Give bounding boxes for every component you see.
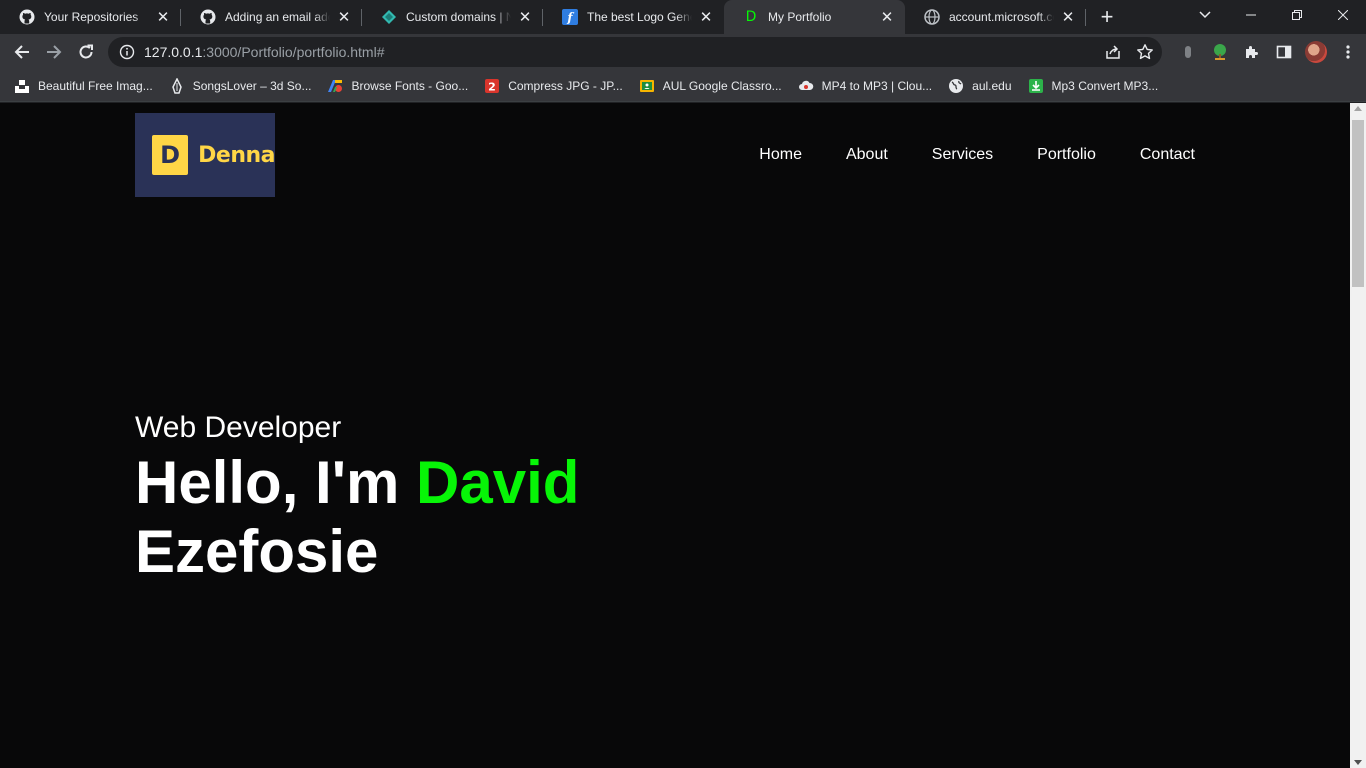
logo-brand: Denna (198, 142, 275, 168)
forward-button[interactable] (38, 36, 70, 68)
hero-greeting: Hello, I'm (135, 449, 400, 516)
bookmark-label: Browse Fonts - Goo... (351, 78, 469, 93)
close-icon[interactable]: ✕ (517, 9, 533, 26)
portfolio-d-icon: D (745, 9, 757, 25)
bookmark-item[interactable]: 2 Compress JPG - JP... (476, 72, 630, 100)
new-tab-button[interactable]: + (1092, 0, 1122, 34)
globe-icon (948, 78, 964, 94)
tab-your-repositories[interactable]: Your Repositories ✕ (0, 0, 181, 34)
nav-portfolio[interactable]: Portfolio (1037, 146, 1096, 164)
logo-generator-icon: f (562, 9, 578, 25)
page-scrollbar[interactable] (1350, 103, 1366, 768)
songslover-icon (169, 77, 185, 94)
bookmark-item[interactable]: MP4 to MP3 | Clou... (790, 72, 941, 100)
close-icon[interactable]: ✕ (336, 9, 352, 26)
scrollbar-thumb[interactable] (1352, 120, 1364, 287)
netlify-icon (381, 9, 397, 25)
scroll-up-icon[interactable] (1354, 106, 1362, 111)
download-icon (1028, 78, 1044, 94)
close-icon[interactable]: ✕ (155, 9, 171, 26)
window-close-icon[interactable] (1320, 0, 1366, 30)
reload-icon (79, 44, 93, 59)
nav-about[interactable]: About (846, 146, 888, 164)
tab-search-icon[interactable] (1188, 0, 1222, 30)
bookmark-item[interactable]: Mp3 Convert MP3... (1020, 72, 1167, 100)
bookmark-label: Compress JPG - JP... (508, 78, 623, 93)
url-host: 127.0.0.1 (144, 44, 203, 60)
site-logo[interactable]: D Denna (135, 113, 275, 197)
extensions-puzzle-icon[interactable] (1236, 36, 1268, 68)
tab-title: account.microsoft.com (949, 10, 1054, 24)
cloudconvert-icon (798, 78, 814, 94)
bookmark-item[interactable]: Browse Fonts - Goo... (319, 72, 476, 100)
bookmark-star-icon[interactable] (1136, 43, 1154, 64)
bookmark-label: AUL Google Classro... (662, 78, 782, 93)
bookmark-item[interactable]: AUL Google Classro... (631, 72, 790, 100)
tab-custom-domains[interactable]: Custom domains | Netlify ✕ (362, 0, 543, 34)
tab-title: Custom domains | Netlify (406, 10, 511, 24)
back-arrow-icon (14, 45, 29, 59)
bookmark-item[interactable]: aul.edu (940, 72, 1019, 100)
tab-adding-email[interactable]: Adding an email address ✕ (181, 0, 362, 34)
scroll-down-icon[interactable] (1354, 760, 1362, 765)
bookmarks-bar: Beautiful Free Imag... SongsLover – 3d S… (0, 70, 1366, 102)
bookmark-item[interactable]: Beautiful Free Imag... (6, 72, 161, 100)
tab-title: The best Logo Generator (587, 10, 692, 24)
google-fonts-icon (327, 78, 343, 94)
unsplash-icon (14, 78, 30, 94)
page-viewport: D Denna Home About Services Portfolio Co… (0, 103, 1350, 768)
bookmark-label: Mp3 Convert MP3... (1051, 78, 1159, 93)
hero-section: Web Developer Hello, I'm David Ezefosie (135, 411, 655, 586)
tab-title: My Portfolio (768, 10, 832, 24)
url-path: :3000/Portfolio/portfolio.html# (202, 44, 385, 60)
tab-strip: Your Repositories ✕ Adding an email addr… (0, 0, 1366, 34)
side-panel-icon[interactable] (1268, 36, 1300, 68)
nav-contact[interactable]: Contact (1140, 146, 1195, 164)
tab-title: Adding an email address (225, 10, 330, 24)
tab-title: Your Repositories (44, 10, 139, 24)
tab-my-portfolio[interactable]: D My Portfolio ✕ (724, 0, 905, 34)
hero-first-name: David (416, 449, 580, 516)
tab-list: Your Repositories ✕ Adding an email addr… (0, 0, 1122, 34)
restore-icon[interactable] (1274, 0, 1320, 30)
tab-logo-generator[interactable]: f The best Logo Generator ✕ (543, 0, 724, 34)
reload-button[interactable] (70, 36, 102, 68)
close-icon[interactable]: ✕ (1060, 9, 1076, 26)
toolbar-actions (1172, 34, 1364, 70)
bookmark-label: SongsLover – 3d So... (192, 78, 312, 93)
hero-last-name: Ezefosie (135, 518, 379, 585)
compress-jpg-icon: 2 (484, 78, 500, 94)
minimize-icon[interactable] (1228, 0, 1274, 30)
browser-toolbar: 127.0.0.1:3000/Portfolio/portfolio.html# (0, 34, 1366, 70)
address-bar[interactable]: 127.0.0.1:3000/Portfolio/portfolio.html# (108, 37, 1162, 67)
svg-text:2: 2 (488, 80, 496, 93)
bookmark-label: MP4 to MP3 | Clou... (821, 78, 933, 93)
bookmark-label: aul.edu (972, 78, 1012, 93)
site-info-icon[interactable] (119, 44, 135, 60)
hero-heading: Hello, I'm David Ezefosie (135, 448, 655, 586)
bookmark-label: Beautiful Free Imag... (38, 78, 153, 93)
extension-gray-icon[interactable] (1172, 36, 1204, 68)
hero-role: Web Developer (135, 411, 342, 444)
window-controls (1228, 0, 1366, 34)
menu-kebab-icon[interactable] (1332, 36, 1364, 68)
logo-mark: D (152, 135, 189, 175)
extension-tree-icon[interactable] (1204, 36, 1236, 68)
google-classroom-icon (639, 78, 655, 94)
globe-icon (924, 9, 940, 25)
share-icon[interactable] (1104, 43, 1122, 64)
github-icon (19, 9, 35, 25)
close-icon[interactable]: ✕ (879, 9, 895, 26)
github-icon (200, 9, 216, 25)
nav-services[interactable]: Services (932, 146, 993, 164)
main-nav: Home About Services Portfolio Contact (715, 146, 1195, 164)
nav-home[interactable]: Home (759, 146, 802, 164)
back-button[interactable] (6, 36, 38, 68)
tab-microsoft-account[interactable]: account.microsoft.com ✕ (905, 0, 1086, 34)
bookmark-item[interactable]: SongsLover – 3d So... (161, 72, 320, 100)
forward-arrow-icon (47, 45, 62, 59)
profile-avatar[interactable] (1300, 36, 1332, 68)
close-icon[interactable]: ✕ (698, 9, 714, 26)
